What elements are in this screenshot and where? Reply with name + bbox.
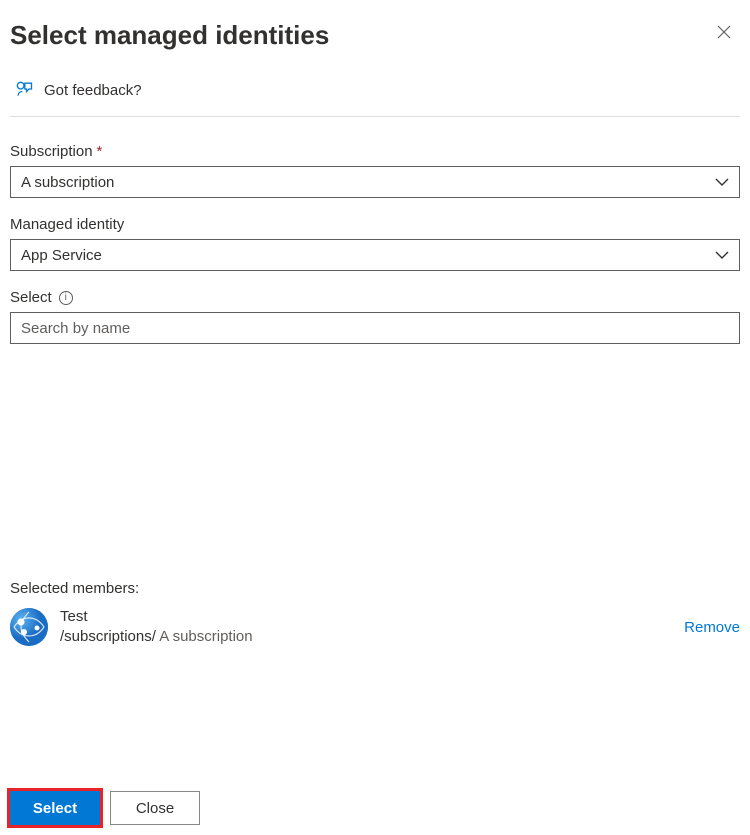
search-input[interactable] <box>10 312 740 344</box>
feedback-icon <box>14 79 34 102</box>
remove-link[interactable]: Remove <box>684 619 740 636</box>
managed-identity-label: Managed identity <box>10 216 740 233</box>
subscription-value: A subscription <box>21 174 114 191</box>
subscription-label: Subscription * <box>10 143 740 160</box>
member-path: /subscriptions/ A subscription <box>60 627 253 647</box>
required-indicator: * <box>97 143 103 160</box>
select-button[interactable]: Select <box>10 791 100 825</box>
info-icon[interactable]: i <box>59 291 73 305</box>
chevron-down-icon <box>715 247 729 263</box>
close-icon <box>716 24 732 44</box>
managed-identity-dropdown[interactable]: App Service <box>10 239 740 271</box>
subscription-dropdown[interactable]: A subscription <box>10 166 740 198</box>
app-service-icon <box>10 608 48 646</box>
feedback-label: Got feedback? <box>44 82 142 99</box>
chevron-down-icon <box>715 174 729 190</box>
managed-identity-value: App Service <box>21 247 102 264</box>
member-name: Test <box>60 607 253 627</box>
select-label: Select i <box>10 289 740 306</box>
close-button-footer[interactable]: Close <box>110 791 200 825</box>
selected-member-row: Test /subscriptions/ A subscription Remo… <box>10 603 740 652</box>
panel-title: Select managed identities <box>10 20 329 51</box>
selected-members-heading: Selected members: <box>10 580 740 597</box>
close-button[interactable] <box>708 20 740 49</box>
feedback-link[interactable]: Got feedback? <box>10 51 740 117</box>
